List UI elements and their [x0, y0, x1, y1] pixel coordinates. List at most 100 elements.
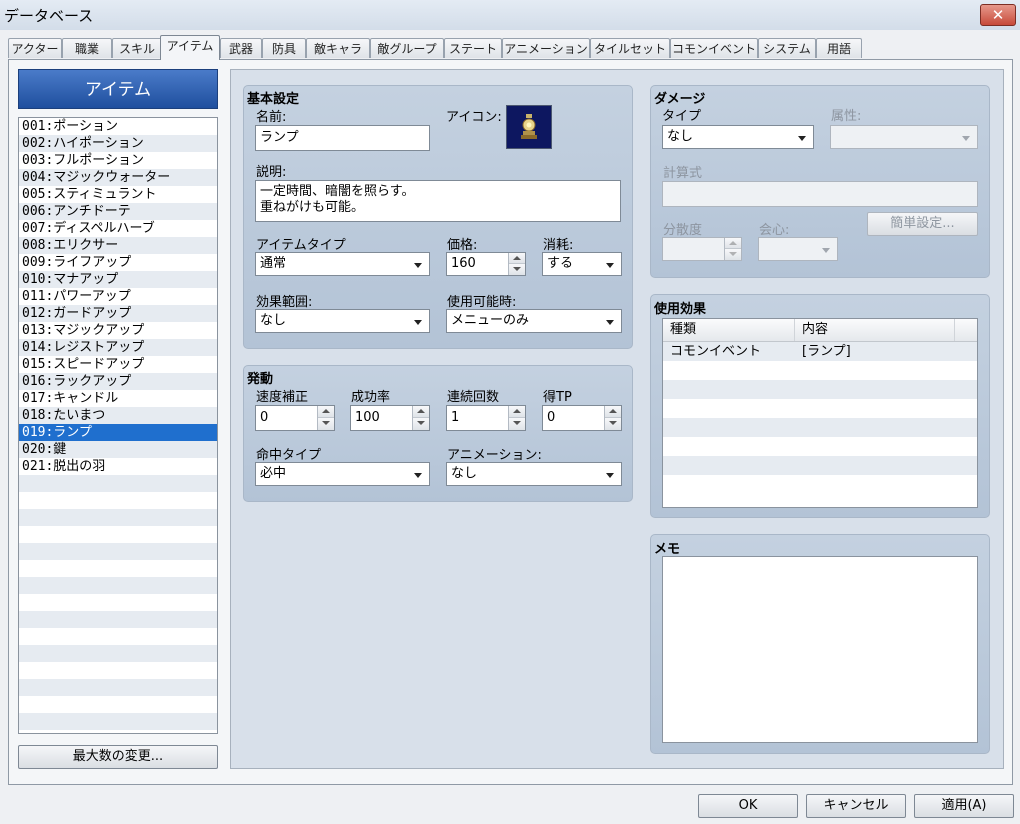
list-item[interactable]: 008:エリクサー	[19, 237, 217, 254]
tab-animations[interactable]: アニメーション	[502, 38, 590, 58]
list-item[interactable]: 009:ライフアップ	[19, 254, 217, 271]
list-item[interactable]: 017:キャンドル	[19, 390, 217, 407]
list-item[interactable]: 018:たいまつ	[19, 407, 217, 424]
tp-spin-buttons[interactable]	[604, 406, 621, 430]
list-item[interactable]: 016:ラックアップ	[19, 373, 217, 390]
list-item-empty[interactable]	[19, 543, 217, 560]
item-type-dropdown[interactable]: 通常	[255, 252, 430, 276]
table-row-empty[interactable]	[663, 456, 977, 475]
list-item-selected[interactable]: 019:ランプ	[19, 424, 217, 441]
spin-down-icon[interactable]	[318, 418, 334, 430]
effects-table[interactable]: 種類 内容 コモンイベント [ランプ]	[662, 318, 978, 508]
list-item[interactable]: 011:パワーアップ	[19, 288, 217, 305]
tab-common-events[interactable]: コモンイベント	[670, 38, 758, 58]
list-item[interactable]: 002:ハイポーション	[19, 135, 217, 152]
table-row-empty[interactable]	[663, 380, 977, 399]
tab-weapons[interactable]: 武器	[220, 38, 262, 58]
table-row[interactable]: コモンイベント [ランプ]	[663, 342, 977, 361]
list-item[interactable]: 004:マジックウォーター	[19, 169, 217, 186]
list-item[interactable]: 012:ガードアップ	[19, 305, 217, 322]
list-item-empty[interactable]	[19, 526, 217, 543]
tab-skills[interactable]: スキル	[112, 38, 162, 58]
list-item-empty[interactable]	[19, 628, 217, 645]
speed-spin-buttons[interactable]	[317, 406, 334, 430]
spin-down-icon[interactable]	[605, 418, 621, 430]
list-item[interactable]: 003:フルポーション	[19, 152, 217, 169]
change-max-button[interactable]: 最大数の変更...	[18, 745, 218, 769]
critical-dropdown[interactable]	[758, 237, 838, 261]
occasion-dropdown[interactable]: メニューのみ	[446, 309, 622, 333]
list-item[interactable]: 020:鍵	[19, 441, 217, 458]
tp-stepper[interactable]: 0	[542, 405, 622, 431]
list-item[interactable]: 001:ポーション	[19, 118, 217, 135]
list-item[interactable]: 021:脱出の羽	[19, 458, 217, 475]
list-item[interactable]: 013:マジックアップ	[19, 322, 217, 339]
list-item-empty[interactable]	[19, 560, 217, 577]
table-row-empty[interactable]	[663, 437, 977, 456]
tab-armors[interactable]: 防具	[262, 38, 306, 58]
description-textarea[interactable]: 一定時間、暗闇を照らす。 重ねがけも可能。	[255, 180, 621, 222]
tab-classes[interactable]: 職業	[62, 38, 112, 58]
price-stepper[interactable]: 160	[446, 252, 526, 276]
item-list[interactable]: 001:ポーション 002:ハイポーション 003:フルポーション 004:マジ…	[18, 117, 218, 734]
list-item-empty[interactable]	[19, 645, 217, 662]
column-header-type[interactable]: 種類	[663, 319, 795, 341]
list-item-empty[interactable]	[19, 475, 217, 492]
apply-button[interactable]: 適用(A)	[914, 794, 1014, 818]
spin-down-icon[interactable]	[413, 418, 429, 430]
spin-up-icon[interactable]	[605, 406, 621, 418]
tab-terms[interactable]: 用語	[816, 38, 862, 58]
memo-textarea[interactable]	[662, 556, 978, 743]
spin-up-icon[interactable]	[318, 406, 334, 418]
animation-dropdown[interactable]: なし	[446, 462, 622, 486]
repeats-stepper[interactable]: 1	[446, 405, 526, 431]
list-item-empty[interactable]	[19, 679, 217, 696]
list-item[interactable]: 010:マナアップ	[19, 271, 217, 288]
scope-dropdown[interactable]: なし	[255, 309, 430, 333]
success-stepper[interactable]: 100	[350, 405, 430, 431]
list-item-empty[interactable]	[19, 492, 217, 509]
cancel-button[interactable]: キャンセル	[806, 794, 906, 818]
hit-type-dropdown[interactable]: 必中	[255, 462, 430, 486]
price-spin-buttons[interactable]	[508, 253, 525, 275]
list-item-empty[interactable]	[19, 696, 217, 713]
table-row-empty[interactable]	[663, 361, 977, 380]
damage-type-dropdown[interactable]: なし	[662, 125, 814, 149]
list-item[interactable]: 007:ディスペルハーブ	[19, 220, 217, 237]
name-input[interactable]: ランプ	[255, 125, 430, 151]
list-item-empty[interactable]	[19, 611, 217, 628]
spin-down-icon[interactable]	[509, 418, 525, 430]
list-item[interactable]: 014:レジストアップ	[19, 339, 217, 356]
repeats-spin-buttons[interactable]	[508, 406, 525, 430]
table-row-empty[interactable]	[663, 418, 977, 437]
tab-system[interactable]: システム	[758, 38, 816, 58]
list-item[interactable]: 005:スティミュラント	[19, 186, 217, 203]
spin-up-icon[interactable]	[413, 406, 429, 418]
list-item-empty[interactable]	[19, 594, 217, 611]
variance-stepper[interactable]	[662, 237, 742, 261]
list-item[interactable]: 006:アンチドーテ	[19, 203, 217, 220]
list-item-empty[interactable]	[19, 577, 217, 594]
spin-up-icon[interactable]	[509, 253, 525, 264]
variance-spin-buttons[interactable]	[724, 238, 741, 260]
element-dropdown[interactable]	[830, 125, 978, 149]
tab-items[interactable]: アイテム	[160, 35, 220, 60]
tab-troops[interactable]: 敵グループ	[370, 38, 444, 58]
consume-dropdown[interactable]: する	[542, 252, 622, 276]
table-row-empty[interactable]	[663, 475, 977, 494]
spin-down-icon[interactable]	[725, 249, 741, 260]
list-item-empty[interactable]	[19, 662, 217, 679]
spin-up-icon[interactable]	[725, 238, 741, 249]
formula-input[interactable]	[662, 181, 978, 207]
tab-states[interactable]: ステート	[444, 38, 502, 58]
list-item[interactable]: 015:スピードアップ	[19, 356, 217, 373]
tab-tilesets[interactable]: タイルセット	[590, 38, 670, 58]
success-spin-buttons[interactable]	[412, 406, 429, 430]
spin-down-icon[interactable]	[509, 264, 525, 275]
item-icon-picker[interactable]	[506, 105, 552, 149]
ok-button[interactable]: OK	[698, 794, 798, 818]
tab-actors[interactable]: アクター	[8, 38, 62, 58]
close-button[interactable]: ✕	[980, 4, 1016, 26]
column-header-content[interactable]: 内容	[795, 319, 955, 341]
tab-enemies[interactable]: 敵キャラ	[306, 38, 370, 58]
